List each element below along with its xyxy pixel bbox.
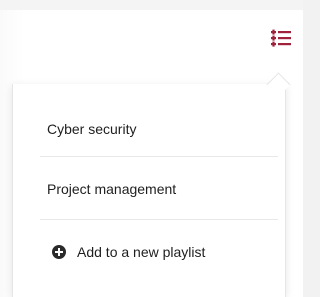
playlist-item-cyber-security[interactable]: Cyber security: [47, 121, 267, 137]
plus-circle-icon: [52, 245, 66, 259]
add-to-new-playlist-button[interactable]: Add to a new playlist: [52, 244, 205, 260]
playlist-button[interactable]: [268, 25, 294, 51]
page: Cyber security Project management Add to…: [0, 0, 303, 297]
playlist-item-project-management[interactable]: Project management: [47, 181, 267, 197]
add-to-new-playlist-label: Add to a new playlist: [77, 244, 206, 260]
divider: [40, 156, 278, 157]
divider: [40, 219, 278, 220]
playlist-add-icon: [271, 29, 291, 47]
top-strip: [0, 0, 303, 10]
